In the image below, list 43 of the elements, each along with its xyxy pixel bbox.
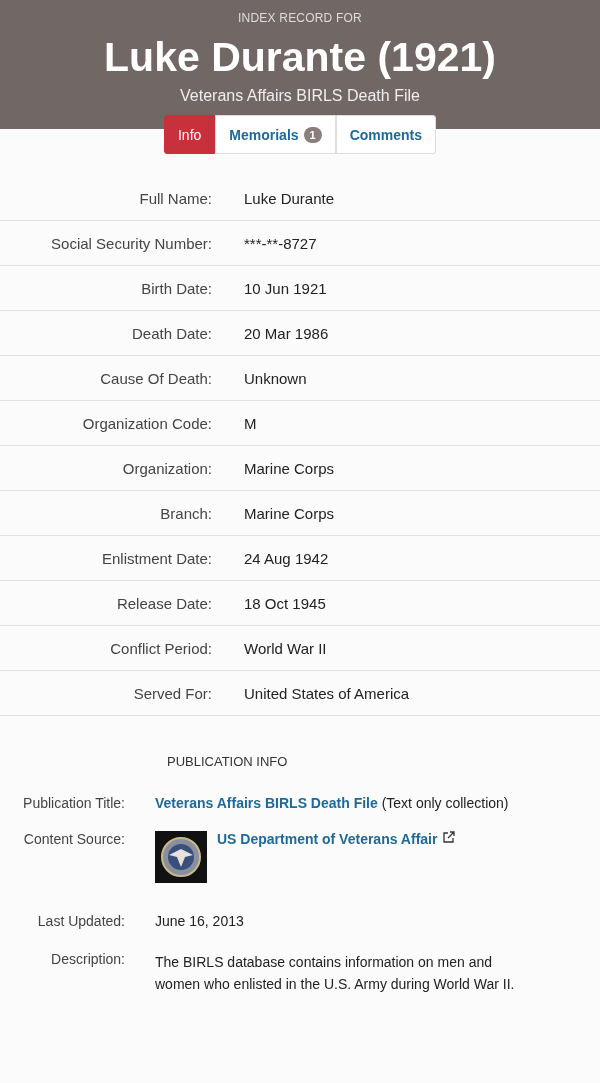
field-value: Marine Corps <box>244 504 336 522</box>
tab[interactable]: Comments <box>335 115 437 154</box>
external-link-icon <box>443 831 456 843</box>
field-label: Description: <box>50 951 125 967</box>
section-heading: PUBLICATION INFO <box>167 754 289 769</box>
field-label: Social Security Number: <box>50 234 212 252</box>
field-value: Marine Corps <box>244 459 336 477</box>
tab[interactable]: Info <box>163 115 216 154</box>
count-badge: 1 <box>303 126 322 143</box>
field-value: United States of America <box>244 684 411 702</box>
record-subtitle: Veterans Affairs BIRLS Death File <box>180 87 420 105</box>
field-label: Enlistment Date: <box>100 549 212 567</box>
field-value: Veterans Affairs BIRLS Death File (Text only collection) <box>155 795 510 811</box>
field-label: Last Updated: <box>36 913 125 929</box>
field-label: Cause Of Death: <box>99 369 212 387</box>
field-value: Unknown <box>244 369 308 387</box>
tab[interactable]: Memorials 1 <box>215 115 336 154</box>
field-value: 10 Jun 1921 <box>244 279 328 297</box>
field-value: ***-**-8727 <box>244 234 318 252</box>
publication-link[interactable]: Veterans Affairs BIRLS Death File <box>155 795 378 811</box>
field-value: 20 Mar 1986 <box>244 324 330 342</box>
field-label: Release Date: <box>115 594 212 612</box>
field-label: Served For: <box>132 684 212 702</box>
record-kicker: INDEX RECORD FOR <box>238 11 362 25</box>
field-label: Full Name: <box>138 189 212 207</box>
field-label: Content Source: <box>22 831 125 847</box>
field-value: World War II <box>244 639 328 657</box>
field-value: 18 Oct 1945 <box>244 594 327 612</box>
field-label: Publication Title: <box>22 795 125 811</box>
record-title: Luke Durante (1921) <box>104 33 496 81</box>
description-text: The BIRLS database contains information on men and women who enlisted in the U.S. Army during World War II. <box>155 953 516 994</box>
source-link[interactable]: US Department of Veterans Affair <box>217 831 438 847</box>
field-value: June 16, 2013 <box>155 913 245 929</box>
field-label: Organization: <box>121 459 212 477</box>
field-label: Organization Code: <box>81 414 212 432</box>
field-value: M <box>244 414 258 432</box>
field-value: Luke Durante <box>244 189 336 207</box>
field-label: Conflict Period: <box>109 639 212 657</box>
field-label: Death Date: <box>130 324 212 342</box>
field-label: Branch: <box>159 504 212 522</box>
field-label: Birth Date: <box>140 279 212 297</box>
seal-icon <box>155 831 207 883</box>
field-value: 24 Aug 1942 <box>244 549 330 567</box>
